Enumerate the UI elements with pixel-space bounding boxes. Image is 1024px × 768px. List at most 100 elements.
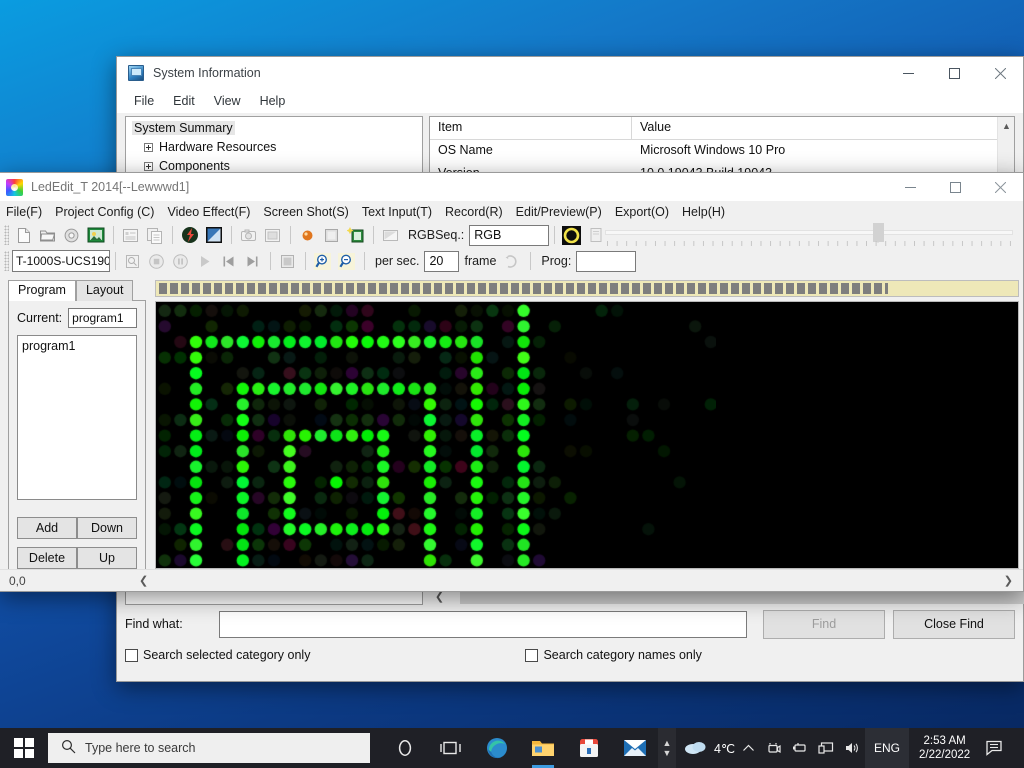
close-find-button[interactable]: Close Find	[893, 610, 1015, 639]
list-view-icon[interactable]	[119, 224, 142, 246]
frame-icon[interactable]	[261, 224, 284, 246]
taskbar-clock[interactable]: 2:53 AM 2/22/2022	[909, 734, 980, 762]
maximize-button[interactable]	[931, 57, 977, 89]
column-header-value[interactable]: Value	[632, 117, 1014, 139]
preview-zoom-slider[interactable]	[605, 222, 1013, 248]
record-dot-icon[interactable]	[296, 224, 319, 246]
current-program-input[interactable]: program1	[68, 308, 137, 328]
toolbar-grip-handle[interactable]	[4, 225, 9, 245]
tree-item-components[interactable]: Components	[132, 159, 422, 173]
play-icon[interactable]	[193, 250, 216, 272]
list-item[interactable]: program1	[22, 339, 132, 353]
menu-edit-preview[interactable]: Edit/Preview(P)	[516, 205, 602, 219]
image-import-icon[interactable]	[84, 224, 107, 246]
task-view-icon[interactable]	[428, 728, 474, 768]
preview-window-icon[interactable]	[202, 224, 225, 246]
led-matrix-canvas[interactable]	[156, 302, 716, 569]
menu-edit[interactable]: Edit	[173, 94, 195, 108]
find-what-input[interactable]	[219, 611, 747, 638]
stop-record-icon[interactable]	[276, 250, 299, 272]
menu-help[interactable]: Help(H)	[682, 205, 725, 219]
controller-model-combobox[interactable]: T-1000S-UCS1903	[12, 250, 110, 272]
first-frame-icon[interactable]	[217, 250, 240, 272]
webcam-icon[interactable]	[761, 728, 787, 768]
tree-item-hardware-resources[interactable]: Hardware Resources	[132, 140, 422, 154]
zoom-in-icon[interactable]	[311, 250, 334, 272]
language-indicator[interactable]: ENG	[865, 728, 909, 768]
menu-screen-shot[interactable]: Screen Shot(S)	[263, 205, 348, 219]
weather-widget[interactable]: 4℃	[684, 738, 735, 759]
frame-step-icon[interactable]	[501, 250, 524, 272]
slider-thumb[interactable]	[873, 223, 884, 242]
last-frame-icon[interactable]	[241, 250, 264, 272]
copy-icon[interactable]	[143, 224, 166, 246]
expand-plus-icon[interactable]	[144, 162, 153, 171]
menu-export[interactable]: Export(O)	[615, 205, 669, 219]
menu-text-input[interactable]: Text Input(T)	[362, 205, 432, 219]
menu-video-effect[interactable]: Video Effect(F)	[167, 205, 250, 219]
mail-icon[interactable]	[612, 728, 658, 768]
frames-per-second-input[interactable]: 20	[424, 251, 459, 272]
menu-file[interactable]: File(F)	[6, 205, 42, 219]
cortana-icon[interactable]	[382, 728, 428, 768]
find-button[interactable]: Find	[763, 610, 885, 639]
page-icon[interactable]	[584, 224, 607, 246]
windows-start-icon[interactable]	[0, 728, 48, 768]
stop-square-icon[interactable]	[320, 224, 343, 246]
checkbox-box[interactable]	[525, 649, 538, 662]
tab-program[interactable]: Program	[8, 280, 76, 301]
tab-layout[interactable]: Layout	[76, 280, 134, 301]
prog-input[interactable]	[576, 251, 636, 272]
scroll-arrows-icon[interactable]: ▲▼	[658, 728, 676, 768]
table-row[interactable]: OS Name Microsoft Windows 10 Pro	[430, 140, 1014, 163]
status-scroll-left-icon[interactable]: ❮	[139, 574, 148, 587]
gradient-icon[interactable]	[379, 224, 402, 246]
zoom-out-icon[interactable]	[335, 250, 358, 272]
file-explorer-icon[interactable]	[520, 728, 566, 768]
remote-desktop-icon[interactable]	[813, 728, 839, 768]
close-button[interactable]	[977, 57, 1023, 89]
preview-search-icon[interactable]	[121, 250, 144, 272]
search-category-names-checkbox[interactable]: Search category names only	[525, 645, 701, 665]
new-file-icon[interactable]	[12, 224, 35, 246]
menu-view[interactable]: View	[214, 94, 241, 108]
action-center-icon[interactable]	[980, 728, 1010, 768]
led-preview-canvas[interactable]	[155, 301, 1019, 569]
wizard-icon[interactable]	[344, 224, 367, 246]
pause-icon[interactable]	[169, 250, 192, 272]
close-button[interactable]	[978, 173, 1023, 201]
column-header-item[interactable]: Item	[430, 117, 632, 139]
minimize-button[interactable]	[885, 57, 931, 89]
edge-browser-icon[interactable]	[474, 728, 520, 768]
expand-plus-icon[interactable]	[144, 143, 153, 152]
maximize-button[interactable]	[933, 173, 978, 201]
menu-file[interactable]: File	[134, 94, 154, 108]
search-selected-category-checkbox[interactable]: Search selected category only	[125, 645, 310, 665]
move-up-button[interactable]: Up	[77, 547, 137, 569]
toolbar-grip-handle[interactable]	[4, 251, 9, 271]
effect-icon[interactable]	[178, 224, 201, 246]
usb-device-icon[interactable]	[787, 728, 813, 768]
camera-icon[interactable]	[237, 224, 260, 246]
color-wheel-icon[interactable]	[560, 224, 583, 246]
program-listbox[interactable]: program1	[17, 335, 137, 500]
tree-root-system-summary[interactable]: System Summary	[132, 121, 235, 135]
stop-icon[interactable]	[145, 250, 168, 272]
add-program-button[interactable]: Add	[17, 517, 77, 539]
menu-project-config[interactable]: Project Config (C)	[55, 205, 154, 219]
minimize-button[interactable]	[888, 173, 933, 201]
open-folder-icon[interactable]	[36, 224, 59, 246]
rgbseq-combobox[interactable]: RGB	[469, 225, 549, 246]
search-input[interactable]: Type here to search	[48, 733, 370, 763]
frame-timeline[interactable]	[155, 280, 1019, 297]
checkbox-box[interactable]	[125, 649, 138, 662]
delete-program-button[interactable]: Delete	[17, 547, 77, 569]
menu-help[interactable]: Help	[260, 94, 286, 108]
settings-gear-icon[interactable]	[60, 224, 83, 246]
scroll-up-arrow-icon[interactable]: ▲	[998, 117, 1015, 134]
slider-track[interactable]	[605, 230, 1013, 235]
microsoft-store-icon[interactable]	[566, 728, 612, 768]
move-down-button[interactable]: Down	[77, 517, 137, 539]
status-scroll-right-icon[interactable]: ❯	[1004, 574, 1013, 587]
volume-icon[interactable]	[839, 728, 865, 768]
